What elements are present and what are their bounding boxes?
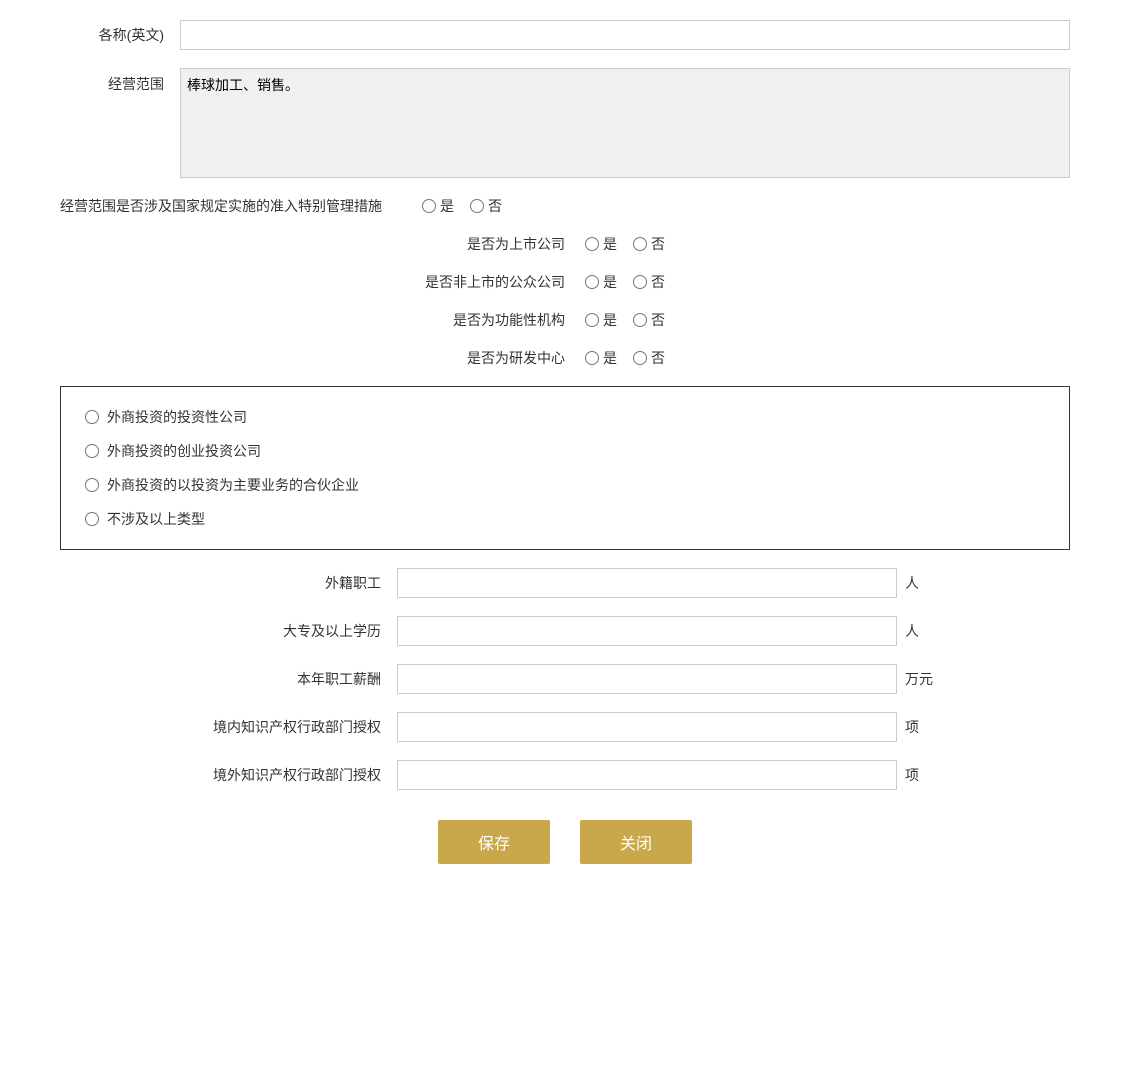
college-edu-input[interactable] [397, 616, 897, 646]
college-edu-row: 大专及以上学历 人 [60, 616, 1070, 646]
functional-no[interactable]: 否 [633, 310, 665, 330]
functional-label: 是否为功能性机构 [425, 310, 585, 330]
jyfw-textarea[interactable]: 棒球加工、销售。 [180, 68, 1070, 178]
listed-yes[interactable]: 是 [585, 234, 617, 254]
jyfw-special-yes-radio[interactable] [422, 199, 436, 213]
investment-type-option-4: 不涉及以上类型 [85, 509, 1045, 529]
rd-center-no[interactable]: 否 [633, 348, 665, 368]
functional-yes-radio[interactable] [585, 313, 599, 327]
jyfw-special-radio-group: 是 否 [422, 196, 502, 216]
listed-row: 是否为上市公司 是 否 [60, 234, 1070, 254]
domestic-ip-label: 境内知识产权行政部门授权 [197, 717, 397, 737]
foreign-ip-row: 境外知识产权行政部门授权 项 [60, 760, 1070, 790]
investment-type-option-2: 外商投资的创业投资公司 [85, 441, 1045, 461]
save-button[interactable]: 保存 [438, 820, 550, 864]
foreign-ip-input[interactable] [397, 760, 897, 790]
name-en-input[interactable] [180, 20, 1070, 50]
rd-center-label: 是否为研发中心 [425, 348, 585, 368]
jyfw-row: 经营范围 棒球加工、销售。 [60, 68, 1070, 178]
non-listed-no-radio[interactable] [633, 275, 647, 289]
jyfw-special-no-radio[interactable] [470, 199, 484, 213]
salary-label: 本年职工薪酬 [197, 669, 397, 689]
investment-type-radio-3[interactable] [85, 478, 99, 492]
salary-row: 本年职工薪酬 万元 [60, 664, 1070, 694]
jyfw-special-yes[interactable]: 是 [422, 196, 454, 216]
listed-label: 是否为上市公司 [425, 234, 585, 254]
foreign-workers-row: 外籍职工 人 [60, 568, 1070, 598]
rd-center-no-radio[interactable] [633, 351, 647, 365]
foreign-ip-unit: 项 [897, 765, 933, 785]
listed-no[interactable]: 否 [633, 234, 665, 254]
rd-center-row: 是否为研发中心 是 否 [60, 348, 1070, 368]
salary-unit: 万元 [897, 669, 933, 689]
name-en-row: 各称(英文) [60, 20, 1070, 50]
non-listed-yes[interactable]: 是 [585, 272, 617, 292]
form-section: 各称(英文) 经营范围 棒球加工、销售。 经营范围是否涉及国家规定实施的准入特别… [60, 20, 1070, 864]
functional-radio-group: 是 否 [585, 310, 705, 330]
foreign-workers-unit: 人 [897, 573, 933, 593]
rd-center-yes-radio[interactable] [585, 351, 599, 365]
listed-yes-radio[interactable] [585, 237, 599, 251]
rd-center-radio-group: 是 否 [585, 348, 705, 368]
non-listed-public-label: 是否非上市的公众公司 [425, 272, 585, 292]
jyfw-special-no[interactable]: 否 [470, 196, 502, 216]
investment-type-box: 外商投资的投资性公司 外商投资的创业投资公司 外商投资的以投资为主要业务的合伙企… [60, 386, 1070, 550]
investment-type-radio-4[interactable] [85, 512, 99, 526]
listed-radio-group: 是 否 [585, 234, 705, 254]
rd-center-yes[interactable]: 是 [585, 348, 617, 368]
salary-input[interactable] [397, 664, 897, 694]
investment-type-radio-1[interactable] [85, 410, 99, 424]
functional-no-radio[interactable] [633, 313, 647, 327]
domestic-ip-row: 境内知识产权行政部门授权 项 [60, 712, 1070, 742]
non-listed-public-row: 是否非上市的公众公司 是 否 [60, 272, 1070, 292]
jyfw-special-row: 经营范围是否涉及国家规定实施的准入特别管理措施 是 否 [60, 196, 1070, 216]
investment-type-option-3: 外商投资的以投资为主要业务的合伙企业 [85, 475, 1045, 495]
domestic-ip-unit: 项 [897, 717, 933, 737]
investment-type-label-4[interactable]: 不涉及以上类型 [107, 509, 205, 529]
functional-row: 是否为功能性机构 是 否 [60, 310, 1070, 330]
listed-no-radio[interactable] [633, 237, 647, 251]
jyfw-label: 经营范围 [60, 68, 180, 94]
college-edu-unit: 人 [897, 621, 933, 641]
foreign-workers-input[interactable] [397, 568, 897, 598]
jyfw-special-label: 经营范围是否涉及国家规定实施的准入特别管理措施 [60, 196, 382, 216]
domestic-ip-input[interactable] [397, 712, 897, 742]
name-en-label: 各称(英文) [60, 25, 180, 45]
investment-type-radio-2[interactable] [85, 444, 99, 458]
investment-type-label-3[interactable]: 外商投资的以投资为主要业务的合伙企业 [107, 475, 359, 495]
foreign-workers-label: 外籍职工 [197, 573, 397, 593]
investment-type-option-1: 外商投资的投资性公司 [85, 407, 1045, 427]
foreign-ip-label: 境外知识产权行政部门授权 [197, 765, 397, 785]
non-listed-no[interactable]: 否 [633, 272, 665, 292]
close-button[interactable]: 关闭 [580, 820, 692, 864]
non-listed-yes-radio[interactable] [585, 275, 599, 289]
college-edu-label: 大专及以上学历 [197, 621, 397, 641]
functional-yes[interactable]: 是 [585, 310, 617, 330]
investment-type-label-1[interactable]: 外商投资的投资性公司 [107, 407, 247, 427]
non-listed-public-radio-group: 是 否 [585, 272, 705, 292]
investment-type-label-2[interactable]: 外商投资的创业投资公司 [107, 441, 261, 461]
button-row: 保存 关闭 [60, 820, 1070, 864]
